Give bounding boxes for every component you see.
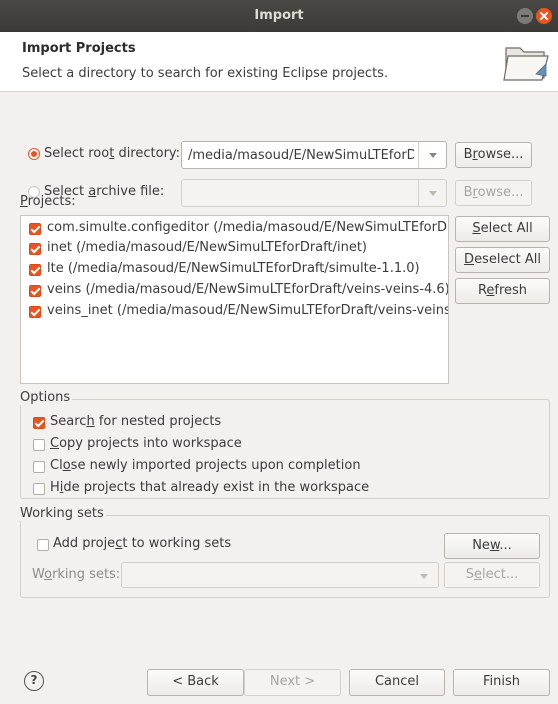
close-icon[interactable] — [536, 8, 552, 24]
project-checkbox[interactable] — [29, 285, 41, 297]
folder-icon — [503, 47, 549, 81]
options-title: Options — [20, 390, 73, 405]
browse-archive-button[interactable]: Browse... — [455, 180, 532, 206]
page-description: Select a directory to search for existin… — [22, 66, 389, 81]
help-icon[interactable]: ? — [24, 671, 44, 691]
hide-projects-checkbox[interactable] — [33, 483, 45, 495]
minimize-icon[interactable] — [517, 8, 533, 24]
project-checkbox[interactable] — [29, 223, 41, 235]
root-directory-value[interactable]: /media/masoud/E/NewSimuLTEforDra — [188, 148, 414, 163]
hide-projects-label[interactable]: Hide projects that already exist in the … — [50, 480, 369, 495]
window-titlebar: Import — [0, 0, 558, 32]
project-checkbox[interactable] — [29, 306, 41, 318]
project-label: veins (/media/masoud/E/NewSimuLTEforDraf… — [47, 282, 449, 297]
new-working-set-button[interactable]: New... — [444, 533, 540, 559]
project-label: com.simulte.configeditor (/media/masoud/… — [47, 220, 448, 235]
browse-root-button[interactable]: Browse... — [455, 142, 532, 168]
cancel-button[interactable]: Cancel — [349, 669, 445, 696]
root-directory-radio[interactable] — [28, 148, 40, 160]
next-button[interactable]: Next > — [244, 669, 341, 696]
chevron-down-icon[interactable] — [418, 180, 446, 206]
add-working-sets-checkbox[interactable] — [37, 539, 49, 551]
root-directory-label[interactable]: Select root directory: — [44, 146, 180, 161]
project-checkbox[interactable] — [29, 264, 41, 276]
project-label: veins_inet (/media/masoud/E/NewSimuLTEfo… — [47, 303, 448, 318]
window-title: Import — [254, 8, 304, 23]
select-all-button[interactable]: Select All — [455, 216, 550, 242]
add-working-sets-label[interactable]: Add project to working sets — [53, 536, 231, 551]
working-sets-title: Working sets — [20, 506, 106, 521]
copy-projects-label[interactable]: Copy projects into workspace — [50, 436, 242, 451]
archive-file-combo[interactable] — [181, 179, 447, 207]
finish-button[interactable]: Finish — [453, 669, 550, 696]
nested-projects-label[interactable]: Search for nested projects — [50, 414, 221, 429]
working-sets-combo[interactable] — [121, 562, 439, 588]
close-projects-checkbox[interactable] — [33, 461, 45, 473]
working-sets-label: Working sets: — [32, 567, 121, 582]
chevron-down-icon[interactable] — [418, 142, 446, 168]
select-working-set-button[interactable]: Select... — [444, 562, 540, 588]
root-directory-combo[interactable]: /media/masoud/E/NewSimuLTEforDra — [181, 141, 447, 169]
project-checkbox[interactable] — [29, 243, 41, 255]
nested-projects-checkbox[interactable] — [33, 417, 45, 429]
project-label: inet (/media/masoud/E/NewSimuLTEforDraft… — [47, 240, 367, 255]
refresh-button[interactable]: Refresh — [455, 278, 550, 304]
chevron-down-icon[interactable] — [410, 563, 438, 587]
copy-projects-checkbox[interactable] — [33, 439, 45, 451]
deselect-all-button[interactable]: Deselect All — [455, 247, 550, 273]
back-button[interactable]: < Back — [147, 669, 244, 696]
page-title: Import Projects — [22, 41, 136, 56]
wizard-header: Import Projects Select a directory to se… — [0, 32, 558, 92]
project-label: lte (/media/masoud/E/NewSimuLTEforDraft/… — [47, 261, 420, 276]
close-projects-label[interactable]: Close newly imported projects upon compl… — [50, 458, 361, 473]
projects-list[interactable]: com.simulte.configeditor (/media/masoud/… — [20, 215, 449, 384]
projects-label: Projects: — [20, 194, 76, 209]
